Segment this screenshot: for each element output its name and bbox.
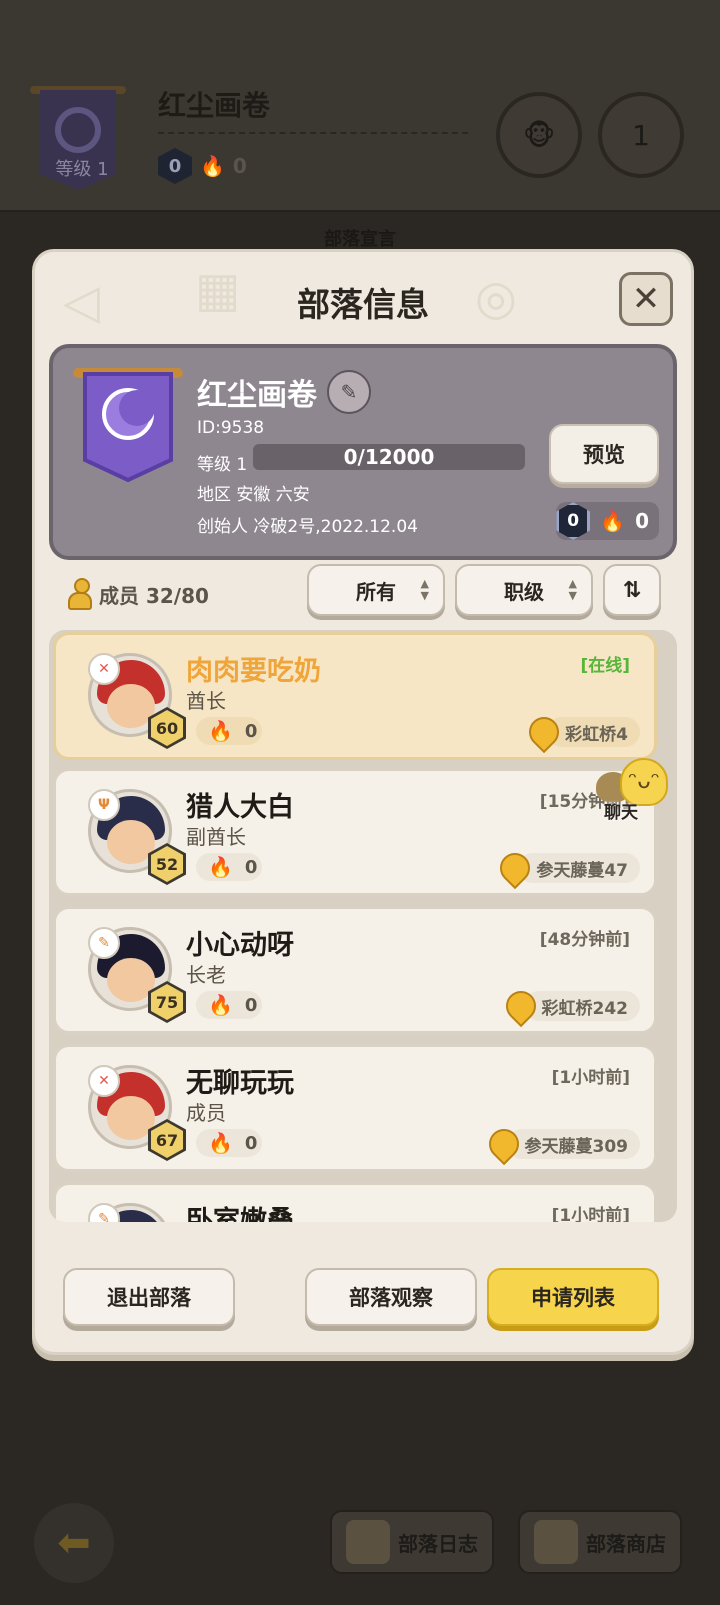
progress-text: 0/12000 xyxy=(343,445,435,469)
members-count: 成员 32/80 xyxy=(67,578,209,610)
sort-button[interactable]: ⇅ xyxy=(603,564,661,616)
modal-title: 部落信息 xyxy=(297,285,429,324)
tribe-card: 红尘画卷 ✎ ID:9538 等级 1 0/12000 地区 安徽 六安 创始人… xyxy=(49,344,677,560)
filter-rank-label: 职级 xyxy=(504,579,544,604)
member-location[interactable]: 彩虹桥4 xyxy=(522,710,640,754)
shield-icon: 0 xyxy=(158,148,192,184)
scroll-icon xyxy=(346,1520,390,1564)
section-title: 部落宣言 xyxy=(324,229,396,250)
member-role: 成员 xyxy=(186,1101,226,1125)
level-progress-bar: 0/12000 xyxy=(253,444,525,470)
fire-count: 0 xyxy=(635,509,649,533)
member-status: [48分钟前] xyxy=(539,930,630,950)
filter-rank-dropdown[interactable]: 职级 ▲ ▼ xyxy=(455,564,593,616)
fire-icon: 🔥 xyxy=(208,719,233,743)
member-status: [1小时前] xyxy=(551,1068,630,1088)
list-item[interactable]: ✎ 卧室嫩叠 [1小时前] xyxy=(53,1182,657,1222)
member-name: 猎人大白 xyxy=(186,792,294,823)
location-pin-icon xyxy=(499,984,542,1028)
member-location[interactable]: 参天藤蔓47 xyxy=(494,846,640,890)
edit-name-button[interactable]: ✎ xyxy=(327,370,371,414)
background-stats: 0 🔥 0 xyxy=(158,148,247,184)
tribe-founder: 创始人 冷破2号,2022.12.04 xyxy=(197,517,418,537)
member-status: [1小时前] xyxy=(551,1206,630,1222)
member-fire: 🔥 0 xyxy=(196,1129,262,1157)
member-fire: 🔥 0 xyxy=(196,991,262,1019)
tribe-info-modal: ◁ ▦ ◎ 部落信息 ✕ 红尘画卷 ✎ ID:9538 等级 1 0/12000… xyxy=(32,249,694,1355)
fire-icon: 🔥 xyxy=(200,154,225,178)
member-name: 卧室嫩叠 xyxy=(186,1206,294,1222)
trident-icon: Ψ xyxy=(88,789,120,821)
filter-all-label: 所有 xyxy=(356,579,396,604)
crossed-swords-icon: ✕ xyxy=(88,1065,120,1097)
tab-label: 部落商店 xyxy=(586,1531,666,1556)
location-pin-icon xyxy=(494,846,537,890)
fire-icon: 🔥 xyxy=(208,993,233,1017)
sort-arrows-icon: ▲ ▼ xyxy=(568,577,577,602)
member-fire: 🔥 0 xyxy=(196,853,262,881)
tab-tribe-shop[interactable]: 部落商店 xyxy=(518,1510,682,1574)
background-level: 等级 1 xyxy=(55,159,109,180)
tribe-level: 等级 1 xyxy=(197,455,248,475)
person-icon xyxy=(67,578,93,610)
members-label: 成员 32/80 xyxy=(99,583,209,608)
observe-tribe-button[interactable]: 部落观察 xyxy=(305,1268,477,1326)
preview-button[interactable]: 预览 xyxy=(549,424,659,484)
back-arrow-icon[interactable]: ⬅ xyxy=(34,1503,114,1583)
list-item[interactable]: Ψ 52 猎人大白 副酋长 🔥 0 [15分钟前] 参天藤蔓47 xyxy=(53,768,657,896)
monkey-avatar-icon: 🐵 xyxy=(496,92,582,178)
member-fire: 🔥 0 xyxy=(196,717,262,745)
list-item[interactable]: ✕ 67 无聊玩玩 成员 🔥 0 [1小时前] 参天藤蔓309 xyxy=(53,1044,657,1172)
fire-icon: 🔥 xyxy=(600,509,626,533)
crossed-swords-icon: ✕ xyxy=(88,653,120,685)
member-name: 肉肉要吃奶 xyxy=(186,656,321,687)
close-button[interactable]: ✕ xyxy=(619,272,673,326)
background-fire-count: 0 xyxy=(232,154,247,178)
member-role: 长老 xyxy=(186,963,226,987)
member-list[interactable]: ✕ 60 肉肉要吃奶 酋长 🔥 0 [在线] 彩虹桥4 Ψ 52 猎人大白 副酋长… xyxy=(49,630,677,1222)
fire-icon: 🔥 xyxy=(208,1131,233,1155)
chat-label: 聊天 xyxy=(604,803,638,823)
pencil-icon: ✎ xyxy=(340,380,358,404)
member-role: 酋长 xyxy=(186,689,226,713)
close-icon: ✕ xyxy=(631,279,661,319)
member-role: 副酋长 xyxy=(186,825,246,849)
list-item[interactable]: ✕ 60 肉肉要吃奶 酋长 🔥 0 [在线] 彩虹桥4 xyxy=(53,632,657,760)
location-pin-icon xyxy=(482,1122,525,1166)
member-location[interactable]: 参天藤蔓309 xyxy=(482,1122,640,1166)
tribe-id: ID:9538 xyxy=(197,418,265,438)
member-name: 无聊玩玩 xyxy=(186,1068,294,1099)
tab-label: 部落日志 xyxy=(398,1531,478,1556)
tribe-name: 红尘画卷 xyxy=(197,378,317,413)
divider xyxy=(158,132,468,134)
background-tribe-name: 红尘画卷 xyxy=(158,89,271,122)
application-list-button[interactable]: 申请列表 xyxy=(487,1268,659,1326)
filter-all-dropdown[interactable]: 所有 ▲ ▼ xyxy=(307,564,445,616)
tribe-region: 地区 安徽 六安 xyxy=(197,485,310,505)
sort-arrows-icon: ▲ ▼ xyxy=(420,577,429,602)
sort-icon: ⇅ xyxy=(622,577,642,603)
list-item[interactable]: ✎ 75 小心动呀 长老 🔥 0 [48分钟前] 彩虹桥242 xyxy=(53,906,657,1034)
fire-icon: 🔥 xyxy=(208,855,233,879)
leave-tribe-button[interactable]: 退出部落 xyxy=(63,1268,235,1326)
horn-icon: ✎ xyxy=(88,927,120,959)
rank-badge: 1 xyxy=(598,92,684,178)
member-status: [在线] xyxy=(580,656,630,676)
shop-icon xyxy=(534,1520,578,1564)
tribe-stats: 0 🔥 0 xyxy=(556,502,659,540)
tribe-banner-icon xyxy=(73,368,183,483)
location-pin-icon xyxy=(522,710,566,754)
shield-icon: 0 xyxy=(556,502,591,540)
member-name: 小心动呀 xyxy=(186,930,294,961)
member-location[interactable]: 彩虹桥242 xyxy=(499,984,640,1028)
tab-tribe-log[interactable]: 部落日志 xyxy=(330,1510,494,1574)
